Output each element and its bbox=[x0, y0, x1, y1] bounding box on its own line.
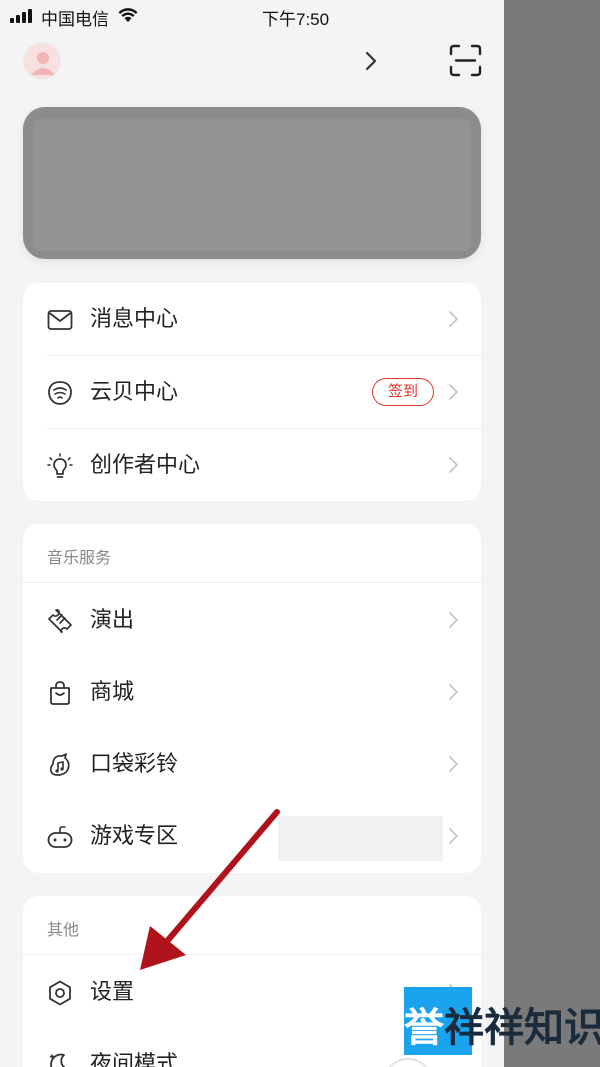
chevron-right-icon bbox=[449, 311, 458, 327]
section-title: 其他 bbox=[47, 922, 80, 939]
shopping-bag-icon bbox=[50, 681, 70, 705]
status-bar: 中国电信 下午7:50 bbox=[0, 0, 504, 30]
music-services-card: 音乐服务 演出 商城 口袋彩铃 游戏专区 bbox=[23, 524, 481, 873]
menu-item-label: 消息中心 bbox=[90, 306, 179, 331]
carrier-label: 中国电信 bbox=[41, 10, 109, 29]
menu-item-label: 演出 bbox=[90, 607, 135, 632]
ringtone-icon bbox=[49, 753, 70, 776]
chevron-right-icon bbox=[449, 457, 458, 473]
section-title: 音乐服务 bbox=[47, 550, 112, 567]
chevron-right-icon bbox=[449, 384, 458, 400]
menu-item-label: 云贝中心 bbox=[90, 379, 179, 404]
settings-icon bbox=[49, 980, 71, 1006]
ticket-icon bbox=[48, 609, 72, 633]
menu-item-game-zone[interactable]: 游戏专区 bbox=[23, 800, 481, 872]
menu-item-pocket-ringtone[interactable]: 口袋彩铃 bbox=[23, 728, 481, 800]
night-mode-toggle[interactable] bbox=[383, 1058, 433, 1067]
wifi-icon bbox=[118, 8, 138, 22]
signal-icon bbox=[10, 9, 34, 23]
chevron-right-icon bbox=[449, 612, 458, 628]
menu-item-label: 创作者中心 bbox=[90, 452, 201, 477]
vip-banner-blurred[interactable] bbox=[23, 107, 481, 259]
dimmed-background-overlay[interactable] bbox=[504, 0, 600, 1067]
menu-item-message-center[interactable]: 消息中心 bbox=[23, 283, 481, 355]
menu-item-label: 口袋彩铃 bbox=[90, 751, 179, 776]
chevron-right-icon bbox=[449, 684, 458, 700]
lightbulb-icon bbox=[47, 453, 73, 478]
menu-item-label: 商城 bbox=[90, 679, 135, 704]
avatar[interactable] bbox=[23, 42, 61, 80]
chevron-right-icon bbox=[449, 828, 458, 844]
divider bbox=[23, 954, 481, 955]
menu-item-cloud-shell-center[interactable]: 云贝中心 签到 bbox=[23, 356, 481, 428]
menu-item-label: 游戏专区 bbox=[90, 823, 179, 848]
menu-item-label: 设置 bbox=[90, 979, 135, 1004]
divider bbox=[23, 582, 481, 583]
chevron-right-icon bbox=[449, 756, 458, 772]
scan-icon[interactable] bbox=[449, 44, 482, 77]
quick-menu-card: 消息中心 云贝中心 签到 创作者中心 bbox=[23, 283, 481, 501]
moon-icon bbox=[49, 1053, 66, 1067]
status-time: 下午7:50 bbox=[262, 10, 330, 29]
menu-item-creator-center[interactable]: 创作者中心 bbox=[23, 429, 481, 501]
checkin-badge[interactable]: 签到 bbox=[372, 378, 434, 406]
watermark-text: 誉祥祥知识 bbox=[404, 1005, 600, 1051]
profile-chevron-icon[interactable] bbox=[362, 50, 380, 72]
cloud-shell-icon bbox=[48, 381, 72, 405]
menu-item-mall[interactable]: 商城 bbox=[23, 656, 481, 728]
side-drawer: 中国电信 下午7:50 消息中心 云贝中心 签到 创作者中心 音乐服务 演出 商… bbox=[0, 0, 504, 1067]
menu-item-label: 夜间模式 bbox=[90, 1051, 179, 1067]
watermark-logo: 誉祥祥知识 bbox=[404, 987, 600, 1055]
menu-item-shows[interactable]: 演出 bbox=[23, 584, 481, 656]
mail-icon bbox=[47, 310, 73, 330]
avatar-icon bbox=[31, 52, 55, 75]
gamepad-icon bbox=[47, 826, 73, 848]
